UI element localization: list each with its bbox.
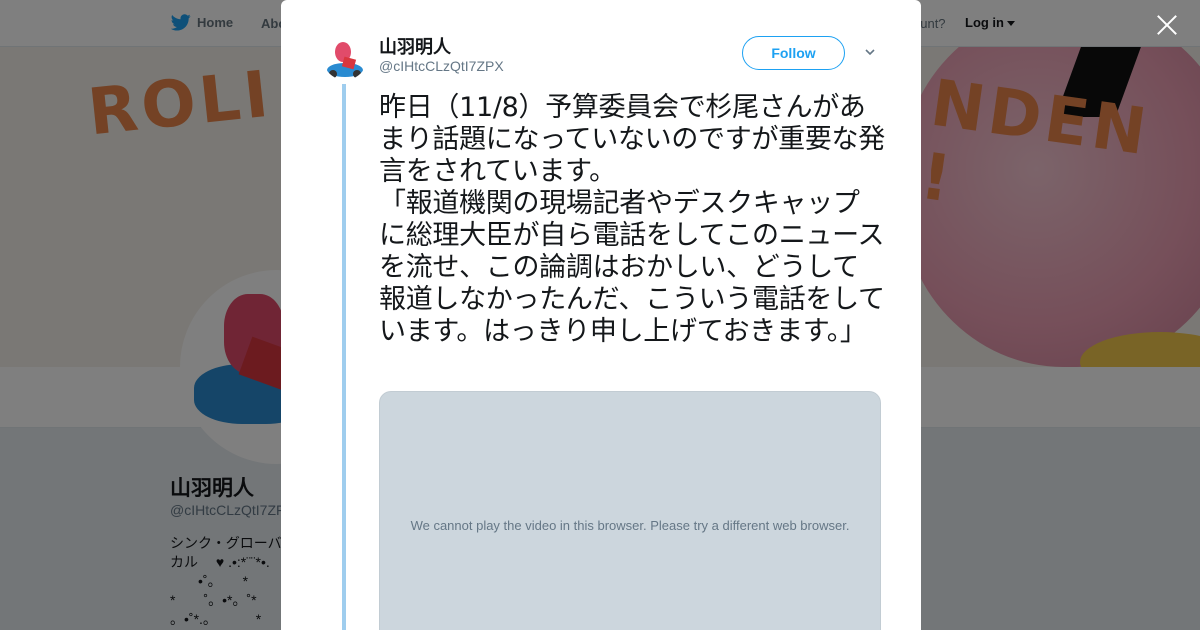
thread-line xyxy=(342,84,346,630)
tweet-author-handle[interactable]: @cIHtcCLzQtI7ZPX xyxy=(379,58,504,74)
close-icon[interactable] xyxy=(1154,12,1180,38)
video-error-message: We cannot play the video in this browser… xyxy=(410,518,850,533)
video-player[interactable]: We cannot play the video in this browser… xyxy=(379,391,881,630)
tweet-author-name[interactable]: 山羽明人 xyxy=(379,33,451,59)
follow-button[interactable]: Follow xyxy=(742,36,845,70)
tweet-text: 昨日（11/8）予算委員会で杉尾さんがあまり話題になっていないのですが重要な発言… xyxy=(379,92,885,347)
tweet-modal: 山羽明人 @cIHtcCLzQtI7ZPX Follow 昨日（11/8）予算委… xyxy=(281,0,921,630)
author-avatar[interactable] xyxy=(323,36,367,80)
chevron-down-icon[interactable] xyxy=(865,47,875,57)
avatar-image-icon xyxy=(327,42,363,78)
